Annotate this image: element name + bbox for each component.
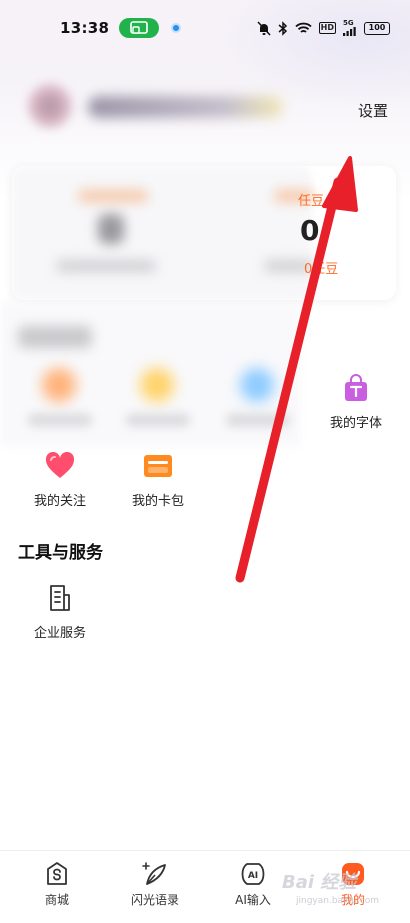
wifi-icon: [295, 22, 312, 33]
blurred-grid-icon-1[interactable]: [42, 368, 76, 402]
blurred-grid-icon-2[interactable]: [140, 368, 174, 402]
tab-label: 闪光语录: [130, 893, 179, 907]
grid-item-label: 我的关注: [33, 494, 86, 509]
wallet-icon: [142, 450, 174, 482]
tab-label: 商城: [44, 893, 69, 907]
asset-blur-sub-1: [56, 260, 156, 272]
status-indicators: HD 5G 100: [257, 20, 390, 36]
notification-dot-icon: [171, 23, 182, 33]
blurred-grid-icon-3[interactable]: [240, 368, 274, 402]
tools-section-title: 工具与服务: [18, 543, 103, 563]
asset-beans-label: 任豆: [298, 194, 325, 209]
feather-sparkle-icon: [140, 859, 170, 889]
profile-row[interactable]: [18, 84, 398, 128]
baidu-watermark-url: jingyan.baidu.com: [296, 896, 380, 906]
shop-bag-icon: [42, 859, 72, 889]
settings-button[interactable]: 设置: [358, 100, 388, 121]
hd-badge: HD: [318, 22, 336, 34]
svg-text:AI: AI: [248, 871, 258, 881]
grid-item-label: 我的字体: [329, 416, 382, 431]
grid-item-label: 我的卡包: [131, 494, 184, 509]
blurred-grid-label-1: [28, 414, 92, 426]
grid-item-my-font[interactable]: 我的字体: [311, 372, 401, 431]
grid-item-my-wallet[interactable]: 我的卡包: [113, 450, 203, 509]
status-time: 13:38: [60, 19, 110, 37]
blurred-grid-label-2: [126, 414, 190, 426]
heart-icon: [44, 450, 76, 482]
avatar[interactable]: [28, 84, 72, 128]
grid-item-label: 企业服务: [33, 626, 86, 641]
baidu-watermark-logo: Bai 经验: [282, 872, 357, 893]
asset-beans-sub: 0任豆: [304, 262, 339, 277]
grid-item-my-follows[interactable]: 我的关注: [15, 450, 105, 509]
shopping-bag-t-icon: [340, 372, 372, 404]
tab-ai-input[interactable]: AI AI输入: [213, 859, 293, 908]
document-icon: [44, 582, 76, 614]
asset-beans-value[interactable]: 0: [300, 214, 319, 247]
asset-blur-value-1: [98, 214, 124, 244]
assets-blurred-area: [12, 166, 312, 300]
status-bar: 13:38 HD 5G 100: [0, 0, 410, 56]
battery-icon: 100: [364, 21, 390, 35]
mute-bell-icon: [257, 20, 271, 36]
tab-shop[interactable]: 商城: [17, 859, 97, 908]
cellular-signal-icon: 5G: [343, 20, 357, 36]
network-gen-label: 5G: [343, 19, 354, 27]
ai-input-icon: AI: [238, 859, 268, 889]
assets-card[interactable]: [12, 166, 396, 300]
blurred-grid-label-3: [226, 414, 290, 426]
section-title-blurred: [18, 326, 92, 348]
grid-item-enterprise-service[interactable]: 企业服务: [15, 582, 105, 641]
bluetooth-icon: [278, 20, 287, 36]
tab-flash-quotes[interactable]: 闪光语录: [115, 859, 195, 908]
screen-cast-icon: [119, 18, 160, 38]
nickname-blurred: [88, 96, 283, 118]
asset-blur-label-1: [78, 190, 148, 202]
tab-label: AI输入: [235, 893, 271, 907]
